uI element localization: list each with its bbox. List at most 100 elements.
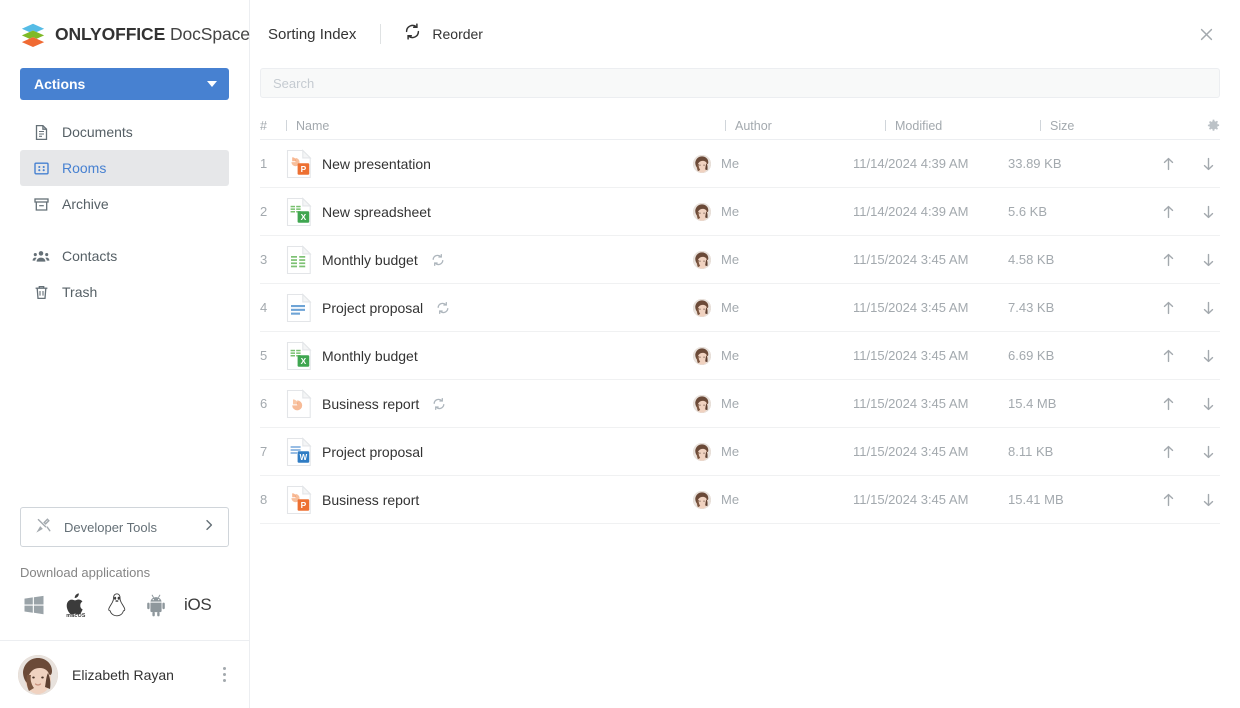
- file-name[interactable]: Monthly budget: [322, 252, 418, 268]
- column-header-modified[interactable]: Modified: [885, 119, 1040, 133]
- sidebar-item-label: Archive: [62, 196, 109, 212]
- arrow-up-icon[interactable]: [1158, 202, 1178, 222]
- file-name[interactable]: Project proposal: [322, 300, 423, 316]
- row-name-cell[interactable]: PNew presentation: [286, 149, 693, 179]
- arrow-up-icon[interactable]: [1158, 490, 1178, 510]
- document-icon: [32, 123, 50, 141]
- row-name-cell[interactable]: Monthly budget: [286, 245, 693, 275]
- actions-button[interactable]: Actions: [20, 68, 229, 100]
- arrow-down-icon[interactable]: [1198, 346, 1218, 366]
- search-input[interactable]: [260, 68, 1220, 98]
- row-modified-cell: 11/15/2024 3:45 AM: [853, 396, 1008, 411]
- arrow-down-icon[interactable]: [1198, 202, 1218, 222]
- arrow-up-icon[interactable]: [1158, 394, 1178, 414]
- arrow-down-icon[interactable]: [1198, 394, 1218, 414]
- column-header-name[interactable]: Name: [286, 119, 725, 133]
- table-row[interactable]: 6Business reportMe11/15/2024 3:45 AM15.4…: [260, 380, 1220, 428]
- row-modified-cell: 11/15/2024 3:45 AM: [853, 492, 1008, 507]
- sidebar-item-trash[interactable]: Trash: [20, 274, 229, 310]
- row-name-cell[interactable]: Business report: [286, 389, 693, 419]
- table-row[interactable]: 8PBusiness reportMe11/15/2024 3:45 AM15.…: [260, 476, 1220, 524]
- author-avatar: [693, 155, 711, 173]
- file-name[interactable]: New presentation: [322, 156, 431, 172]
- arrow-up-icon[interactable]: [1158, 346, 1178, 366]
- sidebar-item-label: Documents: [62, 124, 133, 140]
- files-table: # Name Author Modified Size: [250, 112, 1240, 524]
- file-xlsx-icon: X: [286, 341, 312, 371]
- sidebar-item-documents[interactable]: Documents: [20, 114, 229, 150]
- trash-bin-icon: [32, 283, 50, 301]
- file-name[interactable]: New spreadsheet: [322, 204, 431, 220]
- row-name-cell[interactable]: X Monthly budget: [286, 341, 693, 371]
- profile-bar[interactable]: Elizabeth Rayan: [0, 640, 249, 708]
- row-author-cell: Me: [693, 491, 853, 509]
- column-header-author[interactable]: Author: [725, 119, 885, 133]
- column-header-name-label: Name: [296, 119, 329, 133]
- arrow-down-icon[interactable]: [1198, 442, 1218, 462]
- row-name-cell[interactable]: X New spreadsheet: [286, 197, 693, 227]
- file-name[interactable]: Business report: [322, 492, 419, 508]
- gear-icon[interactable]: [1190, 119, 1220, 132]
- arrow-down-icon[interactable]: [1198, 490, 1218, 510]
- row-name-cell[interactable]: PBusiness report: [286, 485, 693, 515]
- column-header-num[interactable]: #: [260, 119, 286, 133]
- table-row[interactable]: 5XMonthly budgetMe11/15/2024 3:45 AM6.69…: [260, 332, 1220, 380]
- android-icon[interactable]: [144, 593, 168, 617]
- row-reorder-controls: [1158, 202, 1220, 222]
- sidebar-item-contacts[interactable]: Contacts: [20, 238, 229, 274]
- column-header-author-label: Author: [735, 119, 772, 133]
- table-row[interactable]: 3Monthly budgetMe11/15/2024 3:45 AM4.58 …: [260, 236, 1220, 284]
- ios-label[interactable]: iOS: [184, 595, 211, 615]
- windows-icon[interactable]: [22, 593, 46, 617]
- developer-tools-label: Developer Tools: [64, 520, 202, 535]
- row-size-cell: 15.4 MB: [1008, 396, 1158, 411]
- nav-divider-gap: [20, 222, 229, 238]
- svg-text:W: W: [300, 452, 308, 461]
- file-xlsx-icon: X: [286, 197, 312, 227]
- sidebar-item-archive[interactable]: Archive: [20, 186, 229, 222]
- kebab-menu-icon[interactable]: [215, 665, 233, 685]
- arrow-up-icon[interactable]: [1158, 442, 1178, 462]
- arrow-up-icon[interactable]: [1158, 154, 1178, 174]
- sidebar-item-rooms[interactable]: Rooms: [20, 150, 229, 186]
- arrow-down-icon[interactable]: [1198, 154, 1218, 174]
- developer-tools-button[interactable]: Developer Tools: [20, 507, 229, 547]
- caret-down-icon: [207, 81, 217, 87]
- row-modified-cell: 11/15/2024 3:45 AM: [853, 444, 1008, 459]
- arrow-down-icon[interactable]: [1198, 298, 1218, 318]
- file-name[interactable]: Project proposal: [322, 444, 423, 460]
- table-row[interactable]: 1PNew presentationMe11/14/2024 4:39 AM33…: [260, 140, 1220, 188]
- arrow-down-icon[interactable]: [1198, 250, 1218, 270]
- table-row[interactable]: 2XNew spreadsheetMe11/14/2024 4:39 AM5.6…: [260, 188, 1220, 236]
- row-index: 4: [260, 300, 286, 315]
- file-name[interactable]: Business report: [322, 396, 419, 412]
- reorder-button[interactable]: Reorder: [403, 22, 483, 46]
- download-applications-icons: macOS: [0, 592, 249, 640]
- docspace-app: ONLYOFFICE DocSpace Actions Documents: [0, 0, 1240, 708]
- contacts-people-icon: [32, 247, 50, 265]
- arrow-up-icon[interactable]: [1158, 250, 1178, 270]
- table-row[interactable]: 4Project proposalMe11/15/2024 3:45 AM7.4…: [260, 284, 1220, 332]
- column-header-size[interactable]: Size: [1040, 119, 1190, 133]
- file-presentation-plain-icon: [286, 389, 312, 419]
- file-name[interactable]: Monthly budget: [322, 348, 418, 364]
- close-icon[interactable]: [1192, 20, 1220, 48]
- convert-icon[interactable]: [436, 301, 450, 315]
- brand[interactable]: ONLYOFFICE DocSpace: [0, 0, 249, 52]
- reorder-refresh-icon: [403, 22, 422, 46]
- row-name-cell[interactable]: W Project proposal: [286, 437, 693, 467]
- arrow-up-icon[interactable]: [1158, 298, 1178, 318]
- author-avatar: [693, 395, 711, 413]
- linux-icon[interactable]: [106, 592, 128, 618]
- table-row[interactable]: 7WProject proposalMe11/15/2024 3:45 AM8.…: [260, 428, 1220, 476]
- author-avatar: [693, 347, 711, 365]
- page-title: Sorting Index: [268, 26, 356, 43]
- row-reorder-controls: [1158, 442, 1220, 462]
- macos-icon[interactable]: macOS: [62, 592, 90, 618]
- row-author-cell: Me: [693, 443, 853, 461]
- row-name-cell[interactable]: Project proposal: [286, 293, 693, 323]
- main-panel: Sorting Index Reorder: [250, 0, 1240, 708]
- convert-icon[interactable]: [432, 397, 446, 411]
- svg-text:X: X: [301, 355, 307, 365]
- convert-icon[interactable]: [431, 253, 445, 267]
